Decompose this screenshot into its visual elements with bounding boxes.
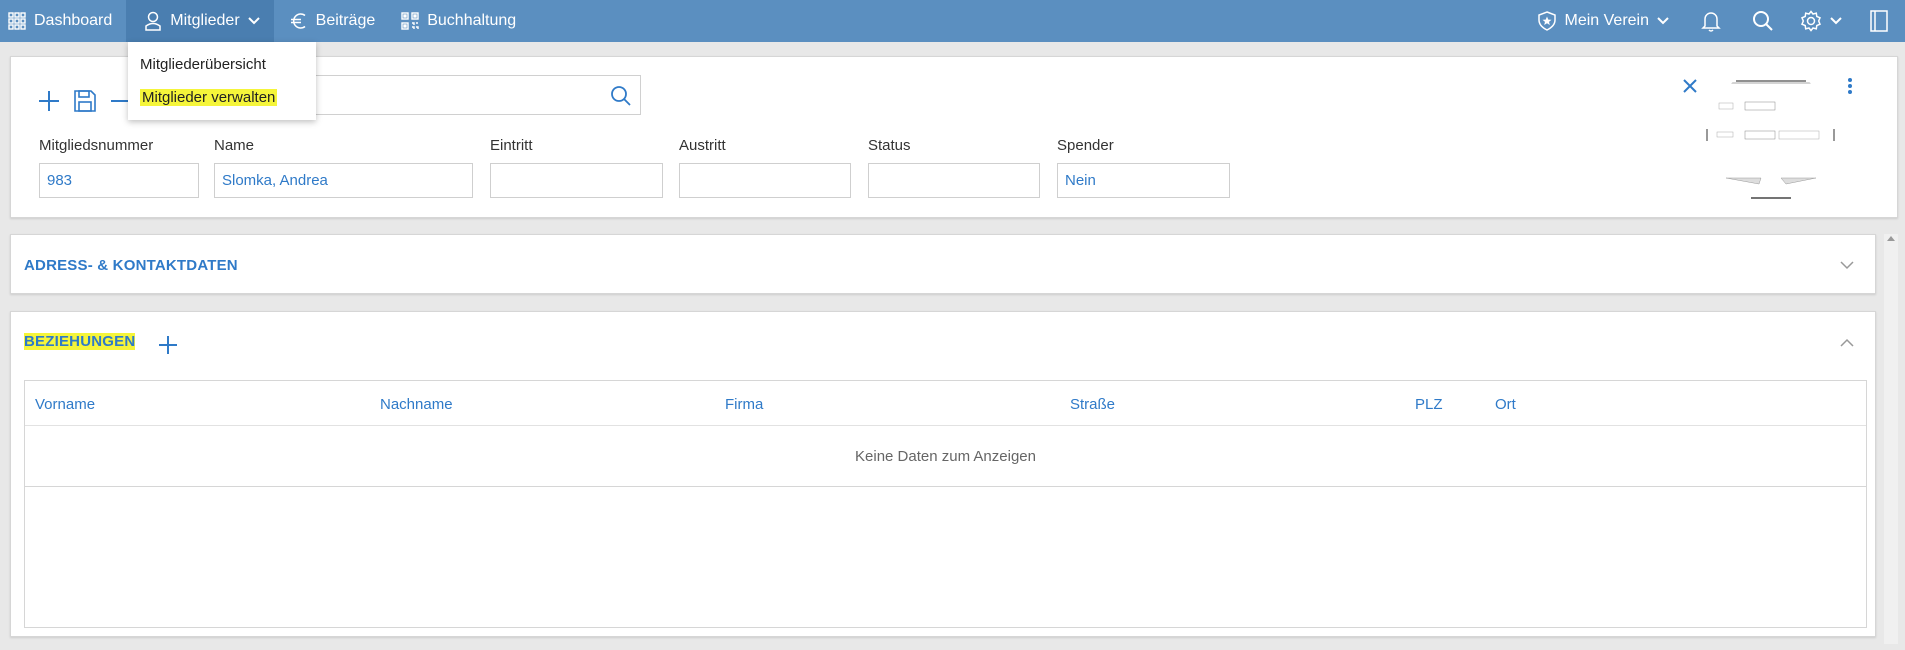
member-search-field[interactable]: [309, 75, 641, 115]
nav-mein-verein[interactable]: Mein Verein: [1529, 0, 1686, 42]
field-label: Spender: [1057, 137, 1114, 154]
page-scrollbar[interactable]: [1884, 234, 1898, 644]
nav-right-group: Mein Verein: [1529, 0, 1905, 42]
address-section-title[interactable]: ADRESS- & KONTAKTDATEN: [24, 257, 238, 274]
field-mitgliedsnummer: Mitgliedsnummer 983: [39, 137, 199, 198]
address-section[interactable]: ADRESS- & KONTAKTDATEN: [10, 234, 1876, 294]
plus-icon: [38, 90, 60, 116]
nav-mitglieder-label: Mitglieder: [170, 12, 240, 29]
chevron-down-icon: [1830, 17, 1842, 25]
field-spender: Spender Nein: [1057, 137, 1230, 198]
member-toolbar: [31, 85, 139, 121]
top-navigation: Dashboard Mitglieder Beiträge Buchhaltun…: [0, 0, 1905, 42]
nav-dashboard-label: Dashboard: [34, 12, 113, 29]
gear-icon[interactable]: [1789, 0, 1853, 42]
column-header-strasse[interactable]: Straße: [1070, 396, 1115, 413]
shield-star-icon: [1537, 11, 1557, 31]
menu-item-label: Mitgliederübersicht: [140, 56, 266, 73]
field-status: Status: [868, 137, 1040, 198]
field-label: Name: [214, 137, 255, 154]
nav-buchhaltung-label: Buchhaltung: [427, 12, 517, 29]
field-name: Name Slomka, Andrea: [214, 137, 473, 198]
add-button[interactable]: [31, 85, 67, 121]
field-label: Mitgliedsnummer: [39, 137, 154, 154]
field-eintritt: Eintritt: [490, 137, 663, 198]
floppy-icon: [74, 90, 96, 116]
column-header-plz[interactable]: PLZ: [1415, 396, 1443, 413]
nav-beitraege-label: Beiträge: [315, 12, 376, 29]
scroll-up-arrow-icon[interactable]: [1887, 236, 1895, 241]
nav-beitraege[interactable]: Beiträge: [274, 0, 390, 42]
grid-icon: [8, 12, 26, 30]
mitgliedsnummer-input[interactable]: 983: [39, 163, 199, 198]
field-austritt: Austritt: [679, 137, 851, 198]
eintritt-input[interactable]: [490, 163, 663, 198]
relations-table: Vorname Nachname Firma Straße PLZ Ort Ke…: [24, 380, 1867, 628]
more-options-icon[interactable]: [1835, 71, 1865, 101]
column-header-firma[interactable]: Firma: [725, 396, 763, 413]
plus-icon: [158, 335, 178, 359]
table-header: Vorname Nachname Firma Straße PLZ Ort: [25, 381, 1866, 426]
relations-section-title[interactable]: BEZIEHUNGEN: [24, 333, 136, 350]
column-header-vorname[interactable]: Vorname: [35, 396, 95, 413]
spender-input[interactable]: Nein: [1057, 163, 1230, 198]
chevron-up-icon[interactable]: [1837, 332, 1857, 352]
chevron-down-icon[interactable]: [1837, 255, 1857, 275]
relations-title-text: BEZIEHUNGEN: [24, 333, 136, 350]
column-header-nachname[interactable]: Nachname: [380, 396, 453, 413]
austritt-input[interactable]: [679, 163, 851, 198]
search-icon[interactable]: [1737, 0, 1789, 42]
photo-thumbnail-icon: [1706, 80, 1835, 199]
chevron-down-icon: [1657, 17, 1669, 25]
nav-dashboard[interactable]: Dashboard: [0, 0, 126, 42]
menu-item-mitgliederuebersicht[interactable]: Mitgliederübersicht: [128, 48, 316, 81]
status-input[interactable]: [868, 163, 1040, 198]
mitglieder-dropdown-menu: Mitgliederübersicht Mitglieder verwalten: [128, 42, 316, 120]
nav-buchhaltung[interactable]: Buchhaltung: [389, 0, 530, 42]
save-button[interactable]: [67, 85, 103, 121]
column-header-ort[interactable]: Ort: [1495, 396, 1516, 413]
menu-item-label: Mitglieder verwalten: [140, 89, 278, 106]
nav-mein-verein-label: Mein Verein: [1564, 12, 1650, 29]
euro-icon: [290, 12, 308, 30]
relations-section: BEZIEHUNGEN Vorname Nachname Firma Straß…: [10, 311, 1876, 637]
add-relation-button[interactable]: [153, 332, 183, 362]
user-icon: [144, 11, 162, 31]
bell-icon[interactable]: [1685, 0, 1737, 42]
close-icon[interactable]: [1675, 71, 1705, 101]
field-label: Austritt: [679, 137, 726, 154]
search-icon[interactable]: [610, 85, 632, 111]
panel-icon[interactable]: [1853, 0, 1905, 42]
field-label: Status: [868, 137, 911, 154]
table-empty-message: Keine Daten zum Anzeigen: [25, 426, 1866, 487]
nav-mitglieder[interactable]: Mitglieder: [126, 0, 274, 42]
field-label: Eintritt: [490, 137, 533, 154]
member-search-input[interactable]: [310, 76, 590, 114]
chevron-down-icon: [247, 17, 260, 25]
name-input[interactable]: Slomka, Andrea: [214, 163, 473, 198]
qr-icon: [401, 12, 419, 30]
member-photo[interactable]: [1701, 71, 1841, 211]
menu-item-mitglieder-verwalten[interactable]: Mitglieder verwalten: [128, 81, 316, 114]
